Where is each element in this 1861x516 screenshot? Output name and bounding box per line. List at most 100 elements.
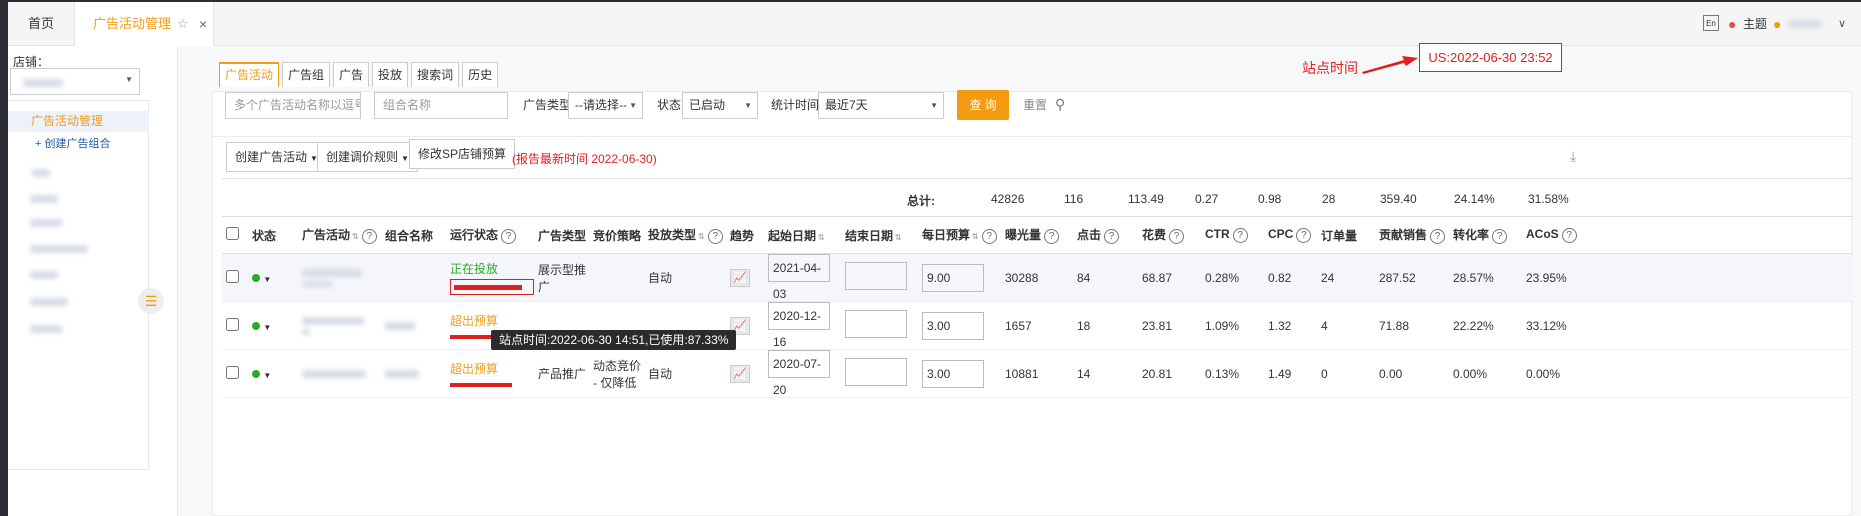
chevron-down-icon[interactable]: ∨ — [1838, 2, 1846, 46]
cpc-cell: 0.82 — [1264, 253, 1317, 302]
sidebar-item-blurred[interactable] — [30, 245, 88, 253]
start-date-input[interactable]: 2020-07-20 — [768, 350, 830, 397]
col-run-status-label: 运行状态 — [450, 228, 499, 242]
budget-usage-bar — [450, 383, 512, 387]
daily-budget-input[interactable]: 3.00 — [922, 311, 984, 340]
star-icon[interactable]: ☆ — [177, 2, 189, 46]
portfolio-name-input[interactable]: 组合名称 — [374, 92, 508, 119]
daily-budget-cell: 3.00 — [918, 349, 1001, 398]
reset-button[interactable]: 重置 — [1023, 92, 1047, 119]
shop-select[interactable]: ▼ — [10, 68, 140, 95]
close-icon[interactable]: × — [199, 2, 207, 46]
trend-cell: 📈 — [726, 253, 764, 302]
row-checkbox[interactable] — [226, 317, 239, 331]
tab-history[interactable]: 历史 — [462, 62, 499, 87]
end-date-input[interactable] — [845, 358, 907, 386]
stat-time-select[interactable]: 最近7天 ▼ — [818, 92, 944, 119]
col-start-date-label: 起始日期 — [768, 228, 817, 243]
row-checkbox[interactable] — [226, 365, 239, 379]
row-checkbox[interactable] — [226, 269, 239, 283]
tab-ads[interactable]: 广告 — [333, 62, 370, 87]
sort-icon[interactable]: ⇅ — [895, 233, 902, 242]
col-end-date: 结束日期 ⇅ — [841, 216, 918, 254]
sales-cell: 71.88 — [1375, 301, 1449, 350]
sort-icon[interactable]: ⇅ — [818, 233, 825, 242]
create-campaign-button[interactable]: 创建广告活动 ▼ — [226, 142, 327, 172]
daily-budget-input[interactable]: 9.00 — [922, 263, 984, 292]
edit-sp-budget-button[interactable]: 修改SP店铺预算 — [409, 139, 516, 169]
campaign-name-link[interactable] — [298, 349, 381, 398]
sidebar-item-blurred[interactable] — [30, 219, 62, 227]
help-icon[interactable]: ? — [1430, 229, 1446, 244]
sidebar-item-blurred[interactable] — [30, 195, 58, 203]
status-toggle[interactable]: ▼ — [248, 349, 298, 398]
help-icon[interactable]: ? — [1169, 229, 1185, 244]
sidebar-item-create-portfolio[interactable]: + 创建广告组合 — [35, 137, 110, 151]
status-toggle[interactable]: ▼ — [248, 253, 298, 302]
tab-targeting[interactable]: 投放 — [372, 62, 409, 87]
status-select[interactable]: 已启动 ▼ — [682, 92, 758, 119]
end-date-input[interactable] — [845, 262, 907, 290]
language-icon[interactable]: En — [1703, 15, 1719, 31]
help-icon[interactable]: ? — [1492, 229, 1508, 244]
help-icon[interactable]: ? — [1044, 229, 1060, 244]
campaign-name-link[interactable] — [298, 253, 381, 302]
help-icon[interactable]: ? — [501, 229, 517, 244]
trend-cell: 📈 — [726, 349, 764, 398]
create-campaign-label: 创建广告活动 — [235, 150, 308, 164]
filter-icon[interactable]: ⚲ — [1055, 96, 1065, 113]
trend-chart-icon[interactable]: 📈 — [730, 268, 750, 287]
sidebar-item-blurred[interactable] — [30, 325, 62, 333]
sidebar-item-blurred[interactable] — [32, 169, 50, 177]
help-icon[interactable]: ? — [981, 229, 997, 244]
theme-label[interactable]: 主题 — [1743, 2, 1767, 46]
sort-icon[interactable]: ⇅ — [352, 232, 359, 241]
campaign-name-link[interactable] — [298, 301, 381, 350]
tab-campaign-management[interactable]: 广告活动管理 ☆ × — [74, 2, 214, 46]
download-icon[interactable]: ⤓ — [1570, 148, 1576, 165]
help-icon[interactable]: ? — [1296, 228, 1312, 243]
table-row[interactable]: ▼ 超出预算 📈 2020-12-16 3.00 1657 18 23.81 1… — [222, 301, 1853, 350]
table-row[interactable]: ▼ 超出预算 产品推广 动态竞价 - 仅降低 自动 📈 2020-07-20 3… — [222, 349, 1853, 398]
sidebar-item-campaign-management[interactable]: 广告活动管理 — [8, 111, 149, 132]
tab-search-terms[interactable]: 搜索词 — [411, 62, 460, 87]
col-trend: 趋势 — [726, 216, 764, 254]
sort-icon[interactable]: ⇅ — [698, 232, 705, 241]
user-avatar-icon[interactable]: ● — [1773, 2, 1781, 46]
daily-budget-input[interactable]: 3.00 — [922, 359, 984, 388]
col-run-status: 运行状态? — [446, 216, 534, 254]
sidebar-item-blurred[interactable] — [30, 298, 68, 306]
ad-type-select[interactable]: --请选择-- ▼ — [568, 92, 643, 119]
help-icon[interactable]: ? — [707, 229, 723, 244]
tab-home[interactable]: 首页 — [8, 2, 74, 46]
status-toggle[interactable]: ▼ — [248, 301, 298, 350]
ctr-cell: 0.13% — [1201, 349, 1264, 398]
help-icon[interactable]: ? — [1561, 228, 1577, 243]
select-all-checkbox[interactable] — [226, 227, 239, 240]
create-rule-button[interactable]: 创建调价规则 ▼ — [317, 142, 418, 172]
help-icon[interactable]: ? — [361, 229, 377, 244]
col-ctr-label: CTR — [1205, 227, 1230, 241]
tab-ad-groups[interactable]: 广告组 — [282, 62, 331, 87]
trend-chart-icon[interactable]: 📈 — [730, 364, 750, 383]
tab-campaigns[interactable]: 广告活动 — [219, 62, 280, 87]
help-icon[interactable]: ? — [1232, 228, 1248, 243]
col-ctr: CTR? — [1201, 216, 1264, 254]
table-row[interactable]: ▼ 正在投放 展示型推广 自动 📈 2021-04-03 9.00 30288 … — [222, 253, 1853, 302]
sort-icon[interactable]: ⇅ — [972, 232, 979, 241]
total-orders: 28 — [1322, 192, 1336, 206]
start-date-input[interactable]: 2020-12-16 — [768, 302, 830, 349]
col-impressions: 曝光量? — [1001, 216, 1073, 254]
collapse-menu-icon[interactable]: ☰ — [138, 288, 164, 314]
campaign-name-input[interactable]: 多个广告活动名称以逗号隔开 — [225, 92, 361, 119]
select-arrow-icon: ▼ — [125, 75, 133, 84]
search-button[interactable]: 查 询 — [957, 90, 1009, 120]
help-icon[interactable]: ? — [1104, 229, 1120, 244]
palette-icon[interactable]: ● — [1728, 2, 1736, 46]
sidebar-item-blurred[interactable] — [30, 271, 58, 279]
start-date-input[interactable]: 2021-04-03 — [768, 254, 830, 301]
create-rule-label: 创建调价规则 — [326, 150, 399, 164]
totals-row-top-border — [222, 178, 1853, 179]
end-date-input[interactable] — [845, 310, 907, 338]
annotation-arrow-icon — [1362, 56, 1418, 74]
